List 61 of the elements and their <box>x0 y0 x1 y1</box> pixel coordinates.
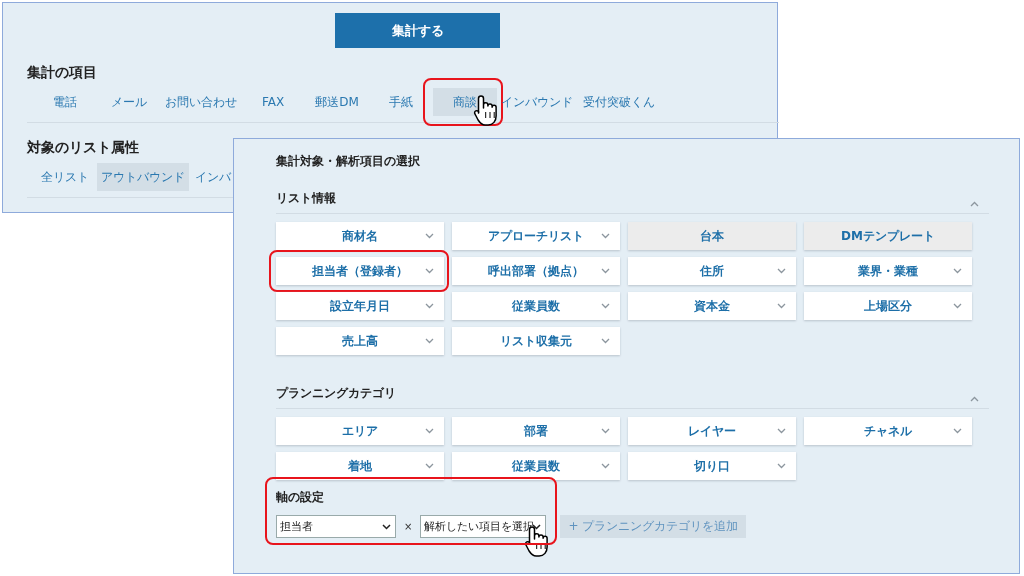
aggregate-button[interactable]: 集計する <box>335 13 500 48</box>
chevron-down-icon <box>425 338 434 344</box>
chevron-down-icon <box>777 463 786 469</box>
chevron-down-icon <box>777 268 786 274</box>
chevron-down-icon <box>601 463 610 469</box>
group-title: リスト情報 <box>276 190 336 207</box>
field-dropdown[interactable]: レイヤー <box>628 417 796 445</box>
chevron-down-icon <box>953 303 962 309</box>
filter-tab[interactable]: メール <box>97 88 161 116</box>
collapse-icon[interactable] <box>970 396 979 402</box>
filter-tab[interactable]: 受付突破くん <box>577 88 655 116</box>
chevron-down-icon <box>601 268 610 274</box>
dropdown-field[interactable]: 担当者 <box>276 515 396 538</box>
chevron-down-icon <box>425 233 434 239</box>
field-dropdown[interactable]: エリア <box>276 417 444 445</box>
chevron-down-icon <box>425 268 434 274</box>
chevron-down-icon <box>601 233 610 239</box>
filter-tab[interactable]: 郵送DM <box>305 88 369 116</box>
chevron-down-icon <box>953 428 962 434</box>
field-dropdown[interactable]: 呼出部署（拠点） <box>452 257 620 285</box>
field-dropdown[interactable]: 売上高 <box>276 327 444 355</box>
panel-title: 集計対象・解析項目の選択 <box>276 153 421 170</box>
axis-title: 軸の設定 <box>276 489 325 506</box>
filter-tab[interactable]: 電話 <box>33 88 97 116</box>
field-dropdown[interactable]: 資本金 <box>628 292 796 320</box>
chevron-down-icon <box>601 338 610 344</box>
field-dropdown[interactable]: 上場区分 <box>804 292 972 320</box>
chevron-down-icon <box>777 428 786 434</box>
field-dropdown[interactable]: 切り口 <box>628 452 796 480</box>
chevron-down-icon <box>777 303 786 309</box>
section-title: 集計の項目 <box>27 64 98 82</box>
chevron-down-icon <box>532 524 542 530</box>
field-dropdown[interactable]: 従業員数 <box>452 292 620 320</box>
multiply-sign: × <box>404 521 413 532</box>
field-dropdown[interactable]: アプローチリスト <box>452 222 620 250</box>
chevron-down-icon <box>601 303 610 309</box>
chevron-down-icon <box>425 428 434 434</box>
filter-tab[interactable]: 全リスト <box>33 163 97 191</box>
chevron-down-icon <box>425 463 434 469</box>
field-dropdown[interactable]: チャネル <box>804 417 972 445</box>
collapse-icon[interactable] <box>970 201 979 207</box>
field-dropdown[interactable]: 商材名 <box>276 222 444 250</box>
field-dropdown[interactable]: 担当者（登録者） <box>276 257 444 285</box>
field-dropdown[interactable]: 設立年月日 <box>276 292 444 320</box>
field-dropdown[interactable]: 住所 <box>628 257 796 285</box>
filter-tab[interactable]: お問い合わせ <box>161 88 241 116</box>
chevron-down-icon <box>382 524 391 530</box>
field-dropdown[interactable]: 着地 <box>276 452 444 480</box>
chevron-down-icon <box>425 303 434 309</box>
section-title: 対象のリスト属性 <box>27 139 140 157</box>
field-dropdown[interactable]: リスト収集元 <box>452 327 620 355</box>
filter-tab[interactable]: アウトバウンド <box>97 163 189 191</box>
filter-tab[interactable]: FAX <box>241 88 305 116</box>
group-title: プランニングカテゴリ <box>276 385 396 402</box>
field-dropdown[interactable]: 従業員数 <box>452 452 620 480</box>
field-dropdown[interactable]: 業界・業種 <box>804 257 972 285</box>
chevron-down-icon <box>953 268 962 274</box>
field-dropdown[interactable]: 部署 <box>452 417 620 445</box>
filter-tab[interactable]: 手紙 <box>369 88 433 116</box>
filter-tab[interactable]: インバ <box>189 163 231 191</box>
chevron-down-icon <box>601 428 610 434</box>
